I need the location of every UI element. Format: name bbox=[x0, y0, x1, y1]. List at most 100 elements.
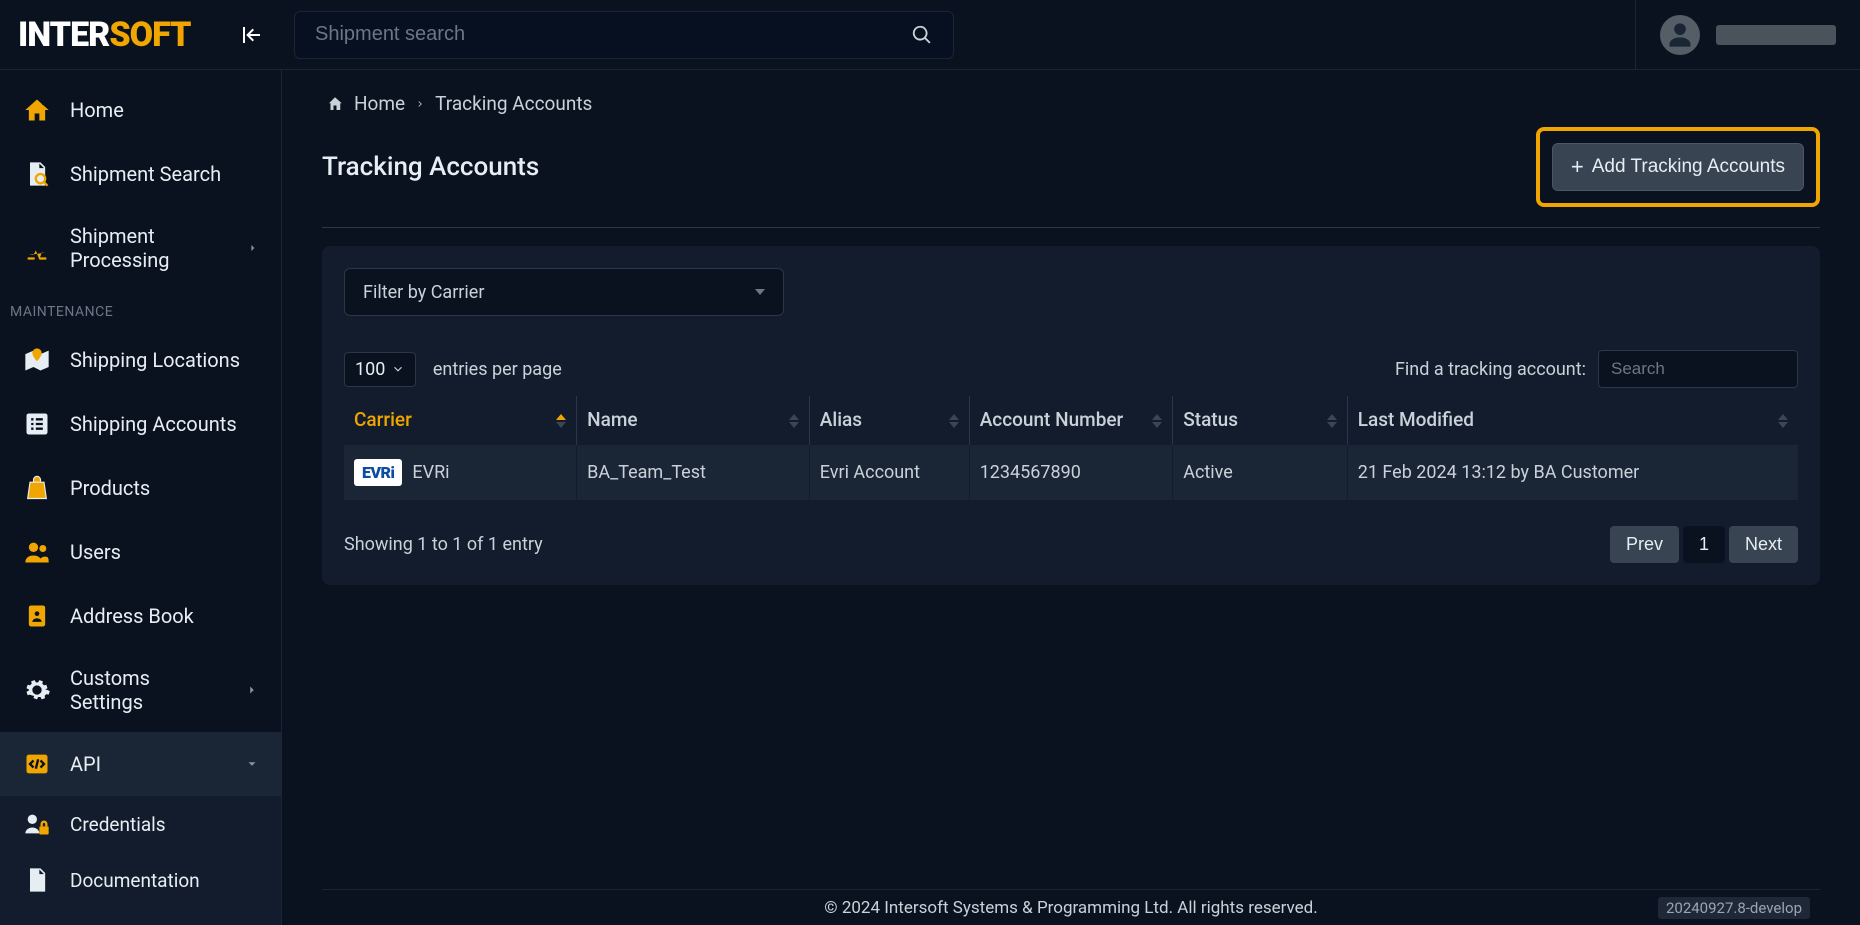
logo-box: INTERSOFT bbox=[0, 15, 282, 55]
filter-label: Filter by Carrier bbox=[363, 282, 484, 303]
sidebar-section-label: MAINTENANCE bbox=[0, 290, 281, 328]
topbar: INTERSOFT bbox=[0, 0, 1860, 70]
sidebar: Home Shipment Search Shipment Processing… bbox=[0, 70, 282, 925]
nav-shipment-processing[interactable]: Shipment Processing bbox=[0, 206, 281, 290]
username-redacted bbox=[1716, 25, 1836, 45]
api-icon bbox=[22, 750, 52, 778]
nav-label: Shipment Processing bbox=[70, 224, 229, 272]
nav-address-book[interactable]: Address Book bbox=[0, 584, 281, 648]
entries-control: 100 entries per page bbox=[344, 352, 562, 387]
breadcrumb-current: Tracking Accounts bbox=[435, 92, 592, 115]
col-last-modified[interactable]: Last Modified bbox=[1347, 396, 1798, 445]
showing-text: Showing 1 to 1 of 1 entry bbox=[344, 534, 543, 555]
cell-status: Active bbox=[1173, 445, 1347, 500]
col-account-number[interactable]: Account Number bbox=[969, 396, 1173, 445]
logo-part2: SOFT bbox=[109, 15, 190, 55]
cell-last-modified: 21 Feb 2024 13:12 by BA Customer bbox=[1347, 445, 1798, 500]
pager: Prev 1 Next bbox=[1610, 526, 1798, 563]
tracking-accounts-table: Carrier Name Alias Account Number Status… bbox=[344, 396, 1798, 500]
version-badge: 20240927.8-develop bbox=[1658, 897, 1810, 919]
carrier-cell: EVRi EVRi bbox=[354, 459, 566, 486]
chevron-down-icon bbox=[391, 362, 405, 376]
bag-icon bbox=[22, 474, 52, 502]
entries-per-page-select[interactable]: 100 bbox=[344, 352, 416, 387]
nav-products[interactable]: Products bbox=[0, 456, 281, 520]
address-book-icon bbox=[22, 602, 52, 630]
main-content: Home Tracking Accounts Tracking Accounts… bbox=[282, 70, 1860, 925]
credentials-icon bbox=[22, 810, 52, 838]
pager-next-button[interactable]: Next bbox=[1729, 526, 1798, 563]
add-tracking-accounts-button[interactable]: + Add Tracking Accounts bbox=[1552, 143, 1804, 191]
nav-documentation[interactable]: Documentation bbox=[0, 852, 281, 908]
add-button-highlight: + Add Tracking Accounts bbox=[1536, 127, 1820, 207]
home-icon bbox=[22, 96, 52, 124]
nav-label: Shipment Search bbox=[70, 162, 221, 186]
shipment-search-input[interactable] bbox=[315, 23, 911, 46]
nav-label: API bbox=[70, 752, 101, 776]
cell-alias: Evri Account bbox=[809, 445, 969, 500]
shipment-search-box[interactable] bbox=[294, 11, 954, 59]
nav-shipping-accounts[interactable]: Shipping Accounts bbox=[0, 392, 281, 456]
search-icon[interactable] bbox=[911, 24, 933, 46]
avatar bbox=[1660, 15, 1700, 55]
table-controls: 100 entries per page Find a tracking acc… bbox=[344, 350, 1798, 388]
col-status[interactable]: Status bbox=[1173, 396, 1347, 445]
content-card: Filter by Carrier 100 entries per page F… bbox=[322, 246, 1820, 585]
page-header: Tracking Accounts + Add Tracking Account… bbox=[322, 127, 1820, 228]
nav-api[interactable]: API bbox=[0, 732, 281, 796]
user-menu[interactable] bbox=[1635, 0, 1860, 69]
nav-label: Shipping Locations bbox=[70, 348, 240, 372]
collapse-sidebar-icon[interactable] bbox=[240, 23, 264, 47]
processing-icon bbox=[22, 234, 52, 262]
nav-shipment-search[interactable]: Shipment Search bbox=[0, 142, 281, 206]
col-alias[interactable]: Alias bbox=[809, 396, 969, 445]
nav-label: Customs Settings bbox=[70, 666, 227, 714]
home-icon bbox=[326, 95, 344, 113]
chevron-right-icon bbox=[415, 99, 425, 109]
entries-value: 100 bbox=[355, 359, 385, 380]
nav-label: Users bbox=[70, 540, 121, 564]
carrier-name: EVRi bbox=[412, 462, 449, 483]
nav-label: Address Book bbox=[70, 604, 194, 628]
find-account-input[interactable] bbox=[1598, 350, 1798, 388]
caret-down-icon bbox=[755, 289, 765, 295]
page-title: Tracking Accounts bbox=[322, 152, 539, 182]
pager-prev-button[interactable]: Prev bbox=[1610, 526, 1679, 563]
nav-credentials[interactable]: Credentials bbox=[0, 796, 281, 852]
nav-label: Documentation bbox=[70, 869, 200, 892]
pager-page-1-button[interactable]: 1 bbox=[1683, 526, 1725, 563]
cell-account-number: 1234567890 bbox=[969, 445, 1173, 500]
nav-customs-settings[interactable]: Customs Settings bbox=[0, 648, 281, 732]
chevron-right-icon bbox=[247, 241, 259, 255]
add-button-label: Add Tracking Accounts bbox=[1592, 156, 1785, 178]
nav-label: Home bbox=[70, 98, 124, 122]
col-name[interactable]: Name bbox=[577, 396, 810, 445]
col-carrier[interactable]: Carrier bbox=[344, 396, 577, 445]
footer: © 2024 Intersoft Systems & Programming L… bbox=[322, 889, 1820, 925]
chevron-down-icon bbox=[245, 757, 259, 771]
nav-reference-data[interactable]: Reference Data bbox=[0, 908, 281, 925]
table-row[interactable]: EVRi EVRi BA_Team_Test Evri Account 1234… bbox=[344, 445, 1798, 500]
avatar-icon bbox=[1666, 21, 1694, 49]
nav-label: Shipping Accounts bbox=[70, 412, 237, 436]
list-icon bbox=[22, 410, 52, 438]
filter-by-carrier-select[interactable]: Filter by Carrier bbox=[344, 268, 784, 316]
breadcrumb-home[interactable]: Home bbox=[354, 92, 405, 115]
copyright: © 2024 Intersoft Systems & Programming L… bbox=[824, 898, 1318, 918]
chevron-right-icon bbox=[245, 683, 259, 697]
entries-label: entries per page bbox=[433, 359, 562, 380]
breadcrumb: Home Tracking Accounts bbox=[326, 92, 1820, 115]
nav-home[interactable]: Home bbox=[0, 78, 281, 142]
nav-shipping-locations[interactable]: Shipping Locations bbox=[0, 328, 281, 392]
nav-label: Products bbox=[70, 476, 150, 500]
nav-users[interactable]: Users bbox=[0, 520, 281, 584]
carrier-logo: EVRi bbox=[354, 459, 402, 486]
table-footer: Showing 1 to 1 of 1 entry Prev 1 Next bbox=[344, 526, 1798, 563]
logo: INTERSOFT bbox=[18, 15, 190, 55]
find-label: Find a tracking account: bbox=[1395, 359, 1586, 380]
find-account-control: Find a tracking account: bbox=[1395, 350, 1798, 388]
nav-label: Credentials bbox=[70, 813, 166, 836]
document-search-icon bbox=[22, 160, 52, 188]
logo-part1: INTER bbox=[18, 15, 109, 55]
users-icon bbox=[22, 538, 52, 566]
